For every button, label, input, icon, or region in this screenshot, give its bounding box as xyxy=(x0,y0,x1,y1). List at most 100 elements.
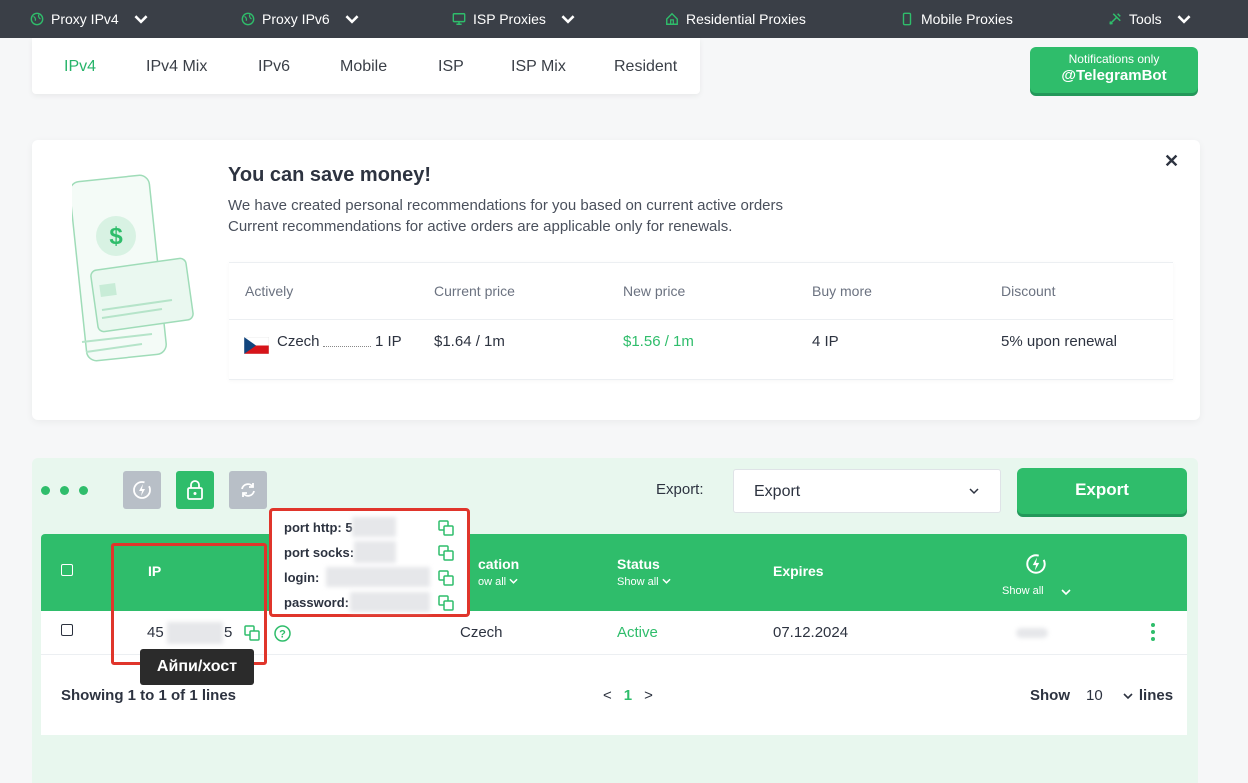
dotted-separator xyxy=(323,346,371,347)
nav-label: Proxy IPv6 xyxy=(262,11,330,27)
row-menu-icon[interactable] xyxy=(1151,623,1155,644)
auto-renew-filter-label: Show all xyxy=(1002,585,1044,597)
blurred-value xyxy=(354,541,396,563)
row-location: Czech xyxy=(460,624,503,641)
port-socks-label: port socks: xyxy=(284,545,355,560)
password-label: password: xyxy=(284,595,350,610)
nav-label: Tools xyxy=(1129,11,1162,27)
blurred-value xyxy=(352,517,396,537)
login-label: login: xyxy=(284,570,320,585)
copy-icon[interactable] xyxy=(438,520,454,536)
chevron-down-icon xyxy=(969,488,979,495)
chevron-down-icon xyxy=(561,15,575,24)
recommendation-title: You can save money! xyxy=(228,164,432,186)
chevron-down-icon xyxy=(134,15,148,24)
export-button[interactable]: Export xyxy=(1017,468,1187,514)
nav-residential-proxies[interactable]: Residential Proxies xyxy=(665,0,806,38)
chevron-down-icon xyxy=(1177,15,1191,24)
tools-icon xyxy=(1109,13,1121,25)
telegram-small-label: Notifications only xyxy=(1068,52,1160,66)
show-label: Show xyxy=(1030,687,1070,704)
export-format-select[interactable]: Export xyxy=(733,469,1001,513)
nav-proxy-ipv6[interactable]: Proxy IPv6 xyxy=(241,0,359,38)
tab-isp-mix[interactable]: ISP Mix xyxy=(511,58,566,76)
status-filter-label: Show all xyxy=(617,576,659,588)
copy-icon[interactable] xyxy=(438,570,454,586)
credentials-popup: port http: 5 port socks: login: password… xyxy=(269,508,470,617)
table-divider xyxy=(229,319,1173,320)
rec-current-price: $1.64 / 1m xyxy=(434,333,505,350)
recommendation-note: Current recommendations for active order… xyxy=(228,218,733,235)
chevron-down-icon[interactable] xyxy=(1061,588,1071,596)
phone-icon xyxy=(902,12,912,26)
status-filter[interactable]: Show all xyxy=(617,576,671,588)
page-size-control: Show 10 lines xyxy=(1030,687,1173,704)
col-buy-more: Buy more xyxy=(812,283,872,299)
nav-label: ISP Proxies xyxy=(473,11,546,27)
refresh-button[interactable] xyxy=(229,471,267,509)
nav-label: Proxy IPv4 xyxy=(51,11,119,27)
next-page-button[interactable]: > xyxy=(644,687,653,704)
monitor-icon xyxy=(452,13,466,25)
rec-buy-more: 4 IP xyxy=(812,333,839,350)
showing-count: Showing 1 to 1 of 1 lines xyxy=(61,687,237,704)
rec-quantity: 1 IP xyxy=(375,333,402,350)
chevron-down-icon xyxy=(662,578,671,584)
telegram-big-label: @TelegramBot xyxy=(1061,67,1167,84)
page-size-select[interactable]: 10 xyxy=(1086,687,1103,704)
ip-host-tooltip: Айпи/хост xyxy=(140,649,254,685)
col-current-price: Current price xyxy=(434,283,515,299)
top-navigation: Proxy IPv4 Proxy IPv6 ISP Proxies Reside… xyxy=(0,0,1248,38)
chevron-down-icon xyxy=(509,578,518,584)
tab-ipv6[interactable]: IPv6 xyxy=(258,58,290,76)
recommendation-table: Actively Current price New price Buy mor… xyxy=(229,262,1173,380)
col-location: cation xyxy=(478,556,520,572)
nav-mobile-proxies[interactable]: Mobile Proxies xyxy=(900,0,1013,38)
tab-ipv4[interactable]: IPv4 xyxy=(64,58,96,76)
col-actively: Actively xyxy=(245,283,294,299)
row-checkbox[interactable] xyxy=(61,624,73,636)
auto-renew-icon xyxy=(133,481,151,499)
tab-resident[interactable]: Resident xyxy=(614,58,677,76)
location-filter[interactable]: ow all xyxy=(478,576,518,588)
phone-money-illustration: $ xyxy=(72,174,194,362)
port-http-label: port http: 5 xyxy=(284,520,353,535)
tab-ipv4-mix[interactable]: IPv4 Mix xyxy=(146,58,207,76)
dot-indicator xyxy=(79,486,88,495)
lines-label: lines xyxy=(1138,687,1174,704)
select-all-checkbox[interactable] xyxy=(61,564,73,576)
current-page[interactable]: 1 xyxy=(624,687,632,704)
export-label: Export: xyxy=(656,481,704,498)
prev-page-button[interactable]: < xyxy=(603,687,612,704)
col-new-price: New price xyxy=(623,283,686,299)
nav-proxy-ipv4[interactable]: Proxy IPv4 xyxy=(30,0,148,38)
rec-country: Czech xyxy=(277,333,320,350)
lock-button[interactable] xyxy=(176,471,214,509)
dot-indicator xyxy=(60,486,69,495)
help-icon[interactable]: ? xyxy=(274,625,291,642)
col-expires: Expires xyxy=(773,563,824,579)
chevron-down-icon xyxy=(345,15,359,24)
telegram-bot-button[interactable]: Notifications only @TelegramBot xyxy=(1030,47,1198,93)
auto-renew-button[interactable] xyxy=(123,471,161,509)
refresh-icon xyxy=(241,483,255,497)
rec-new-price: $1.56 / 1m xyxy=(623,333,694,350)
nav-tools[interactable]: Tools xyxy=(1108,0,1191,38)
ip-highlight-frame xyxy=(111,543,267,665)
export-select-value: Export xyxy=(754,483,801,500)
blurred-value xyxy=(326,567,430,587)
globe-icon xyxy=(241,12,255,26)
chevron-down-icon[interactable] xyxy=(1123,692,1133,700)
close-icon[interactable]: ✕ xyxy=(1164,151,1179,172)
auto-renew-toggle[interactable] xyxy=(1016,628,1048,638)
tab-isp[interactable]: ISP xyxy=(438,58,464,76)
proxy-type-tabs: IPv4 IPv4 Mix IPv6 Mobile ISP ISP Mix Re… xyxy=(32,38,700,94)
auto-renew-filter[interactable]: Show all xyxy=(1002,585,1044,597)
svg-text:$: $ xyxy=(109,223,123,250)
tab-mobile[interactable]: Mobile xyxy=(340,58,387,76)
pagination: <1 > xyxy=(603,687,653,704)
copy-icon[interactable] xyxy=(438,595,454,611)
nav-isp-proxies[interactable]: ISP Proxies xyxy=(452,0,575,38)
copy-icon[interactable] xyxy=(438,545,454,561)
col-status: Status xyxy=(617,556,660,572)
